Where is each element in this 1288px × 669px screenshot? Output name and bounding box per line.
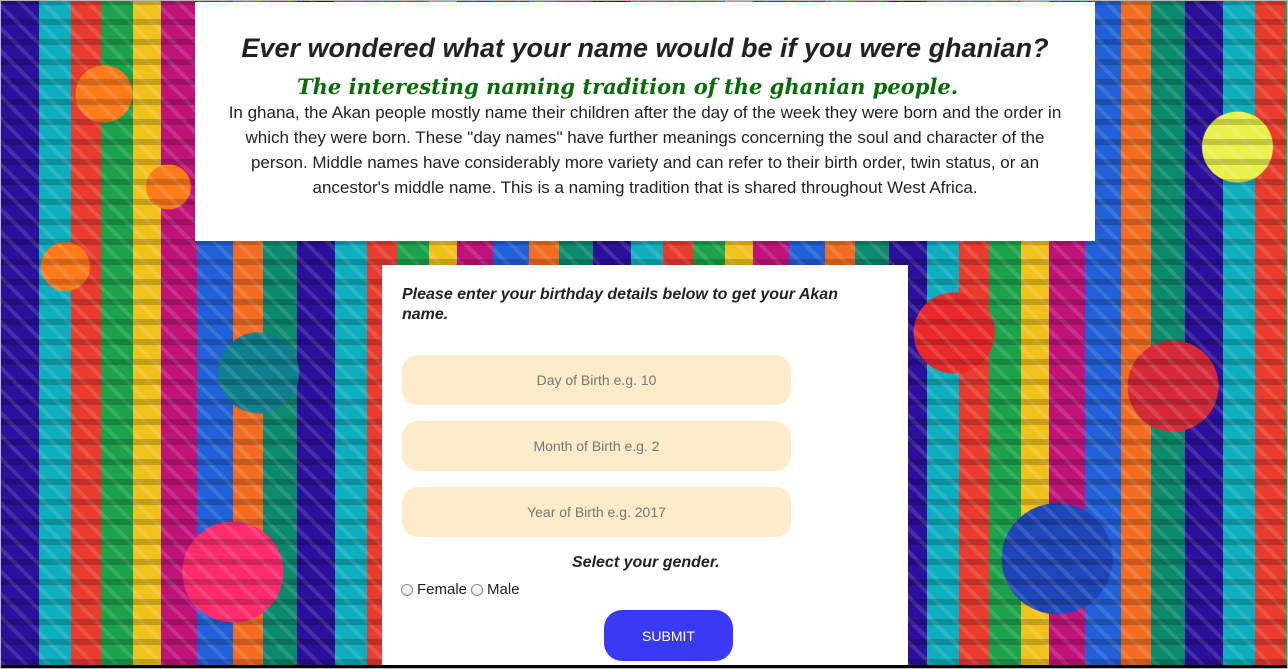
month-of-birth-input[interactable] [402, 421, 791, 471]
male-radio[interactable] [471, 583, 484, 596]
intro-description: In ghana, the Akan people mostly name th… [228, 103, 1062, 197]
page-title: Ever wondered what your name would be if… [241, 33, 1049, 63]
submit-button[interactable]: SUBMIT [604, 610, 733, 661]
female-radio[interactable] [401, 583, 413, 596]
intro-subtitle: The interesting naming tradition of the … [297, 74, 959, 99]
year-of-birth-input[interactable] [402, 487, 791, 537]
male-radio-label[interactable]: Male [487, 581, 520, 598]
form-heading: Please enter your birthday details below… [402, 286, 838, 323]
female-radio-label[interactable]: Female [417, 581, 467, 598]
birthday-form-card: Please enter your birthday details below… [382, 265, 908, 665]
gender-radio-group: Female Male [401, 581, 888, 598]
day-of-birth-input[interactable] [402, 355, 791, 405]
intro-card: Ever wondered what your name would be if… [195, 2, 1095, 241]
gender-label: Select your gender. [572, 554, 720, 571]
page: Ever wondered what your name would be if… [0, 0, 1288, 669]
